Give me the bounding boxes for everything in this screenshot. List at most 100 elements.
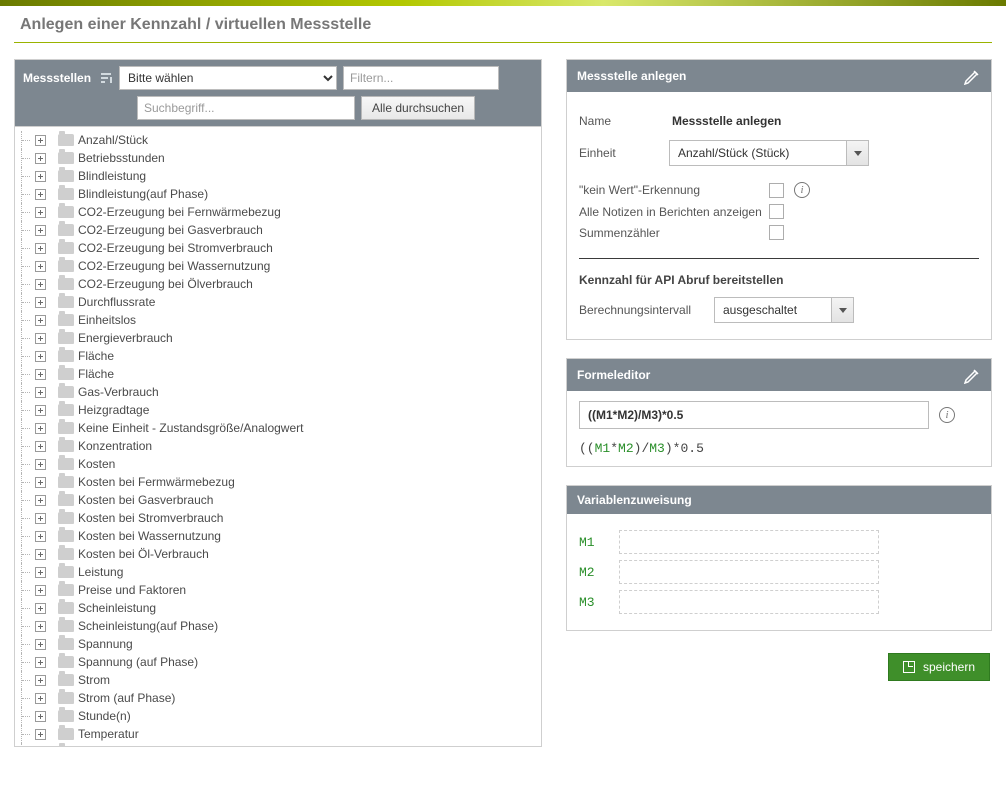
tree-item[interactable]: Anzahl/Stück [19, 131, 535, 149]
expand-icon[interactable] [35, 243, 46, 254]
tree-item-label: Durchflussrate [78, 295, 155, 309]
tree-item[interactable]: Blindleistung [19, 167, 535, 185]
tree-item[interactable]: Gas-Verbrauch [19, 383, 535, 401]
formula-panel-title: Formeleditor [577, 368, 650, 382]
tree-item[interactable]: Temperatur [19, 725, 535, 743]
expand-icon[interactable] [35, 531, 46, 542]
filter-input[interactable] [343, 66, 499, 90]
tree-item-label: Kosten bei Öl-Verbrauch [78, 547, 209, 561]
expand-icon[interactable] [35, 171, 46, 182]
sum-checkbox[interactable] [769, 225, 784, 240]
tree-item[interactable]: Spannung [19, 635, 535, 653]
tree-item[interactable]: Kosten bei Wassernutzung [19, 527, 535, 545]
expand-icon[interactable] [35, 225, 46, 236]
expand-icon[interactable] [35, 297, 46, 308]
search-all-button[interactable]: Alle durchsuchen [361, 96, 475, 120]
expand-icon[interactable] [35, 603, 46, 614]
variable-input[interactable] [619, 590, 879, 614]
expand-icon[interactable] [35, 153, 46, 164]
expand-icon[interactable] [35, 333, 46, 344]
tree-item[interactable]: CO2-Erzeugung bei Gasverbrauch [19, 221, 535, 239]
sort-icon[interactable] [99, 71, 113, 85]
expand-icon[interactable] [35, 549, 46, 560]
tree-item[interactable]: Keine Einheit - Zustandsgröße/Analogwert [19, 419, 535, 437]
tree-item-label: CO2-Erzeugung bei Gasverbrauch [78, 223, 263, 237]
save-button[interactable]: speichern [888, 653, 990, 681]
tree-item[interactable]: Kosten bei Fermwärmebezug [19, 473, 535, 491]
expand-icon[interactable] [35, 423, 46, 434]
expand-icon[interactable] [35, 279, 46, 290]
calc-interval-select[interactable]: ausgeschaltet [714, 297, 854, 323]
tree-item[interactable]: Einheitslos [19, 311, 535, 329]
tree-item-label: Spannung (auf Phase) [78, 655, 198, 669]
tree-item[interactable]: CO2-Erzeugung bei Stromverbrauch [19, 239, 535, 257]
messstellen-select[interactable]: Bitte wählen [119, 66, 337, 90]
tree-item[interactable]: CO2-Erzeugung bei Ölverbrauch [19, 275, 535, 293]
variable-name: M2 [579, 565, 607, 580]
tree-item[interactable]: Stunde(n) [19, 707, 535, 725]
search-input[interactable] [137, 96, 355, 120]
formula-input[interactable] [579, 401, 929, 429]
expand-icon[interactable] [35, 513, 46, 524]
info-icon[interactable]: i [939, 407, 955, 423]
tree-item[interactable]: Fläche [19, 347, 535, 365]
expand-icon[interactable] [35, 207, 46, 218]
tree-item[interactable]: Blindleistung(auf Phase) [19, 185, 535, 203]
expand-icon[interactable] [35, 585, 46, 596]
tree-item[interactable]: Spannung (auf Phase) [19, 653, 535, 671]
tree-item[interactable]: Leistung [19, 563, 535, 581]
tree-item[interactable]: CO2-Erzeugung bei Fernwärmebezug [19, 203, 535, 221]
tree-item[interactable]: Strom [19, 671, 535, 689]
tree-item[interactable]: Scheinleistung [19, 599, 535, 617]
expand-icon[interactable] [35, 657, 46, 668]
expand-icon[interactable] [35, 351, 46, 362]
expand-icon[interactable] [35, 711, 46, 722]
tree-item[interactable]: Scheinleistung(auf Phase) [19, 617, 535, 635]
expand-icon[interactable] [35, 639, 46, 650]
expand-icon[interactable] [35, 729, 46, 740]
tree-item[interactable]: Kosten bei Stromverbrauch [19, 509, 535, 527]
expand-icon[interactable] [35, 459, 46, 470]
tree-item[interactable]: Verbrauch pro Fläche [19, 743, 535, 746]
folder-icon [58, 530, 74, 542]
edit-icon[interactable] [963, 366, 981, 384]
tree-line [21, 311, 31, 329]
tree-item[interactable]: Kosten [19, 455, 535, 473]
title-underline [14, 42, 992, 43]
expand-icon[interactable] [35, 135, 46, 146]
info-icon[interactable]: i [794, 182, 810, 198]
expand-icon[interactable] [35, 477, 46, 488]
expand-icon[interactable] [35, 621, 46, 632]
tree-item[interactable]: Kosten bei Gasverbrauch [19, 491, 535, 509]
variable-name: M1 [579, 535, 607, 550]
expand-icon[interactable] [35, 693, 46, 704]
tree-item[interactable]: Kosten bei Öl-Verbrauch [19, 545, 535, 563]
tree-item[interactable]: Durchflussrate [19, 293, 535, 311]
expand-icon[interactable] [35, 675, 46, 686]
tree-item[interactable]: Heizgradtage [19, 401, 535, 419]
notes-checkbox[interactable] [769, 204, 784, 219]
expand-icon[interactable] [35, 495, 46, 506]
edit-icon[interactable] [963, 67, 981, 85]
tree-item[interactable]: Betriebsstunden [19, 149, 535, 167]
expand-icon[interactable] [35, 441, 46, 452]
tree-item[interactable]: Preise und Faktoren [19, 581, 535, 599]
variable-input[interactable] [619, 560, 879, 584]
expand-icon[interactable] [35, 189, 46, 200]
expand-icon[interactable] [35, 567, 46, 578]
expand-icon[interactable] [35, 405, 46, 416]
expand-icon[interactable] [35, 315, 46, 326]
tree-item[interactable]: Energieverbrauch [19, 329, 535, 347]
expand-icon[interactable] [35, 261, 46, 272]
messstellen-tree[interactable]: Anzahl/StückBetriebsstundenBlindleistung… [15, 126, 541, 746]
tree-item[interactable]: Konzentration [19, 437, 535, 455]
folder-icon [58, 314, 74, 326]
tree-item[interactable]: Fläche [19, 365, 535, 383]
tree-item[interactable]: CO2-Erzeugung bei Wassernutzung [19, 257, 535, 275]
variable-input[interactable] [619, 530, 879, 554]
unit-select[interactable]: Anzahl/Stück (Stück) [669, 140, 869, 166]
expand-icon[interactable] [35, 387, 46, 398]
expand-icon[interactable] [35, 369, 46, 380]
tree-item[interactable]: Strom (auf Phase) [19, 689, 535, 707]
nowert-checkbox[interactable] [769, 183, 784, 198]
